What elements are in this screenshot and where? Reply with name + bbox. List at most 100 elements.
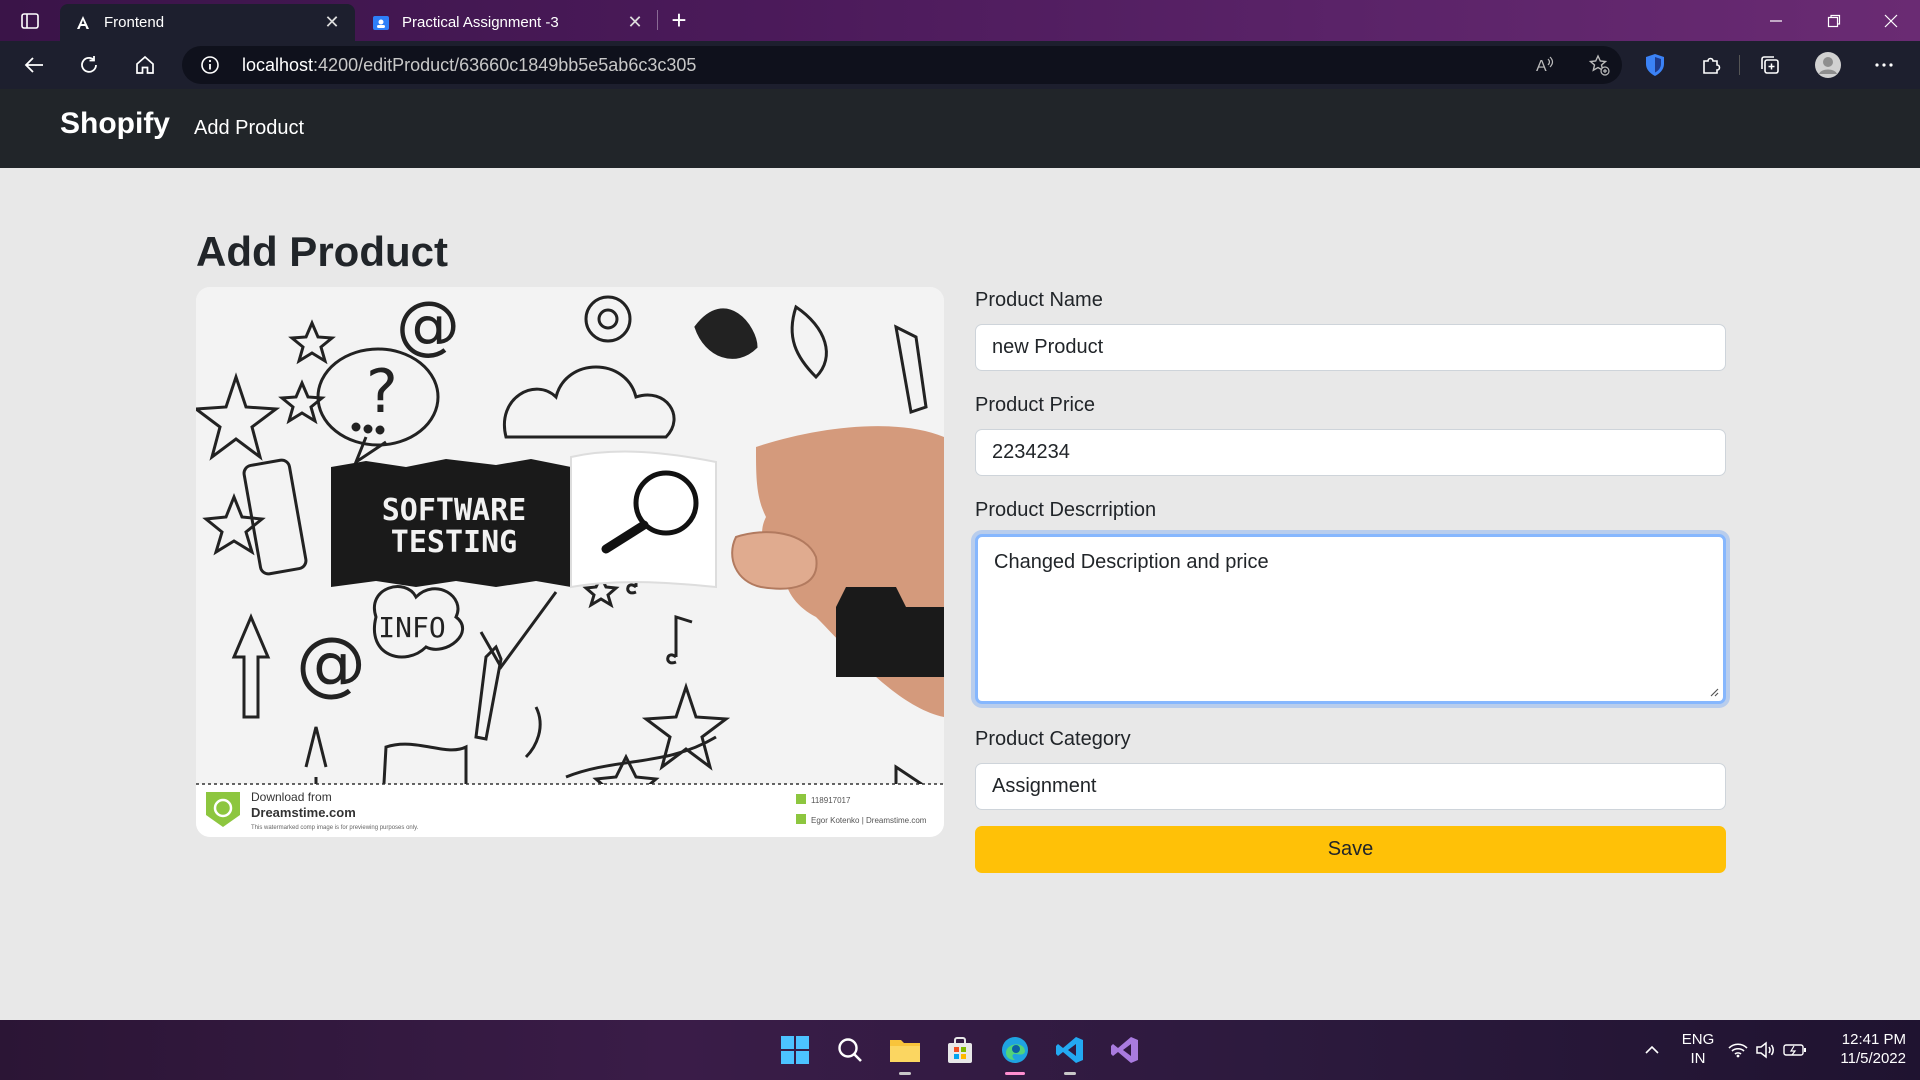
- tab-frontend[interactable]: Frontend ✕: [60, 4, 355, 41]
- collections-icon: [1761, 56, 1779, 74]
- image-headline-1: SOFTWARE: [382, 493, 527, 528]
- save-button[interactable]: Save: [975, 826, 1726, 873]
- extensions-button[interactable]: [1697, 51, 1725, 79]
- restore-icon: [1827, 14, 1841, 27]
- avatar-icon: [1815, 52, 1841, 78]
- product-price-input[interactable]: 2234234: [975, 429, 1726, 476]
- back-arrow-icon: [24, 57, 43, 73]
- running-indicator: [899, 1072, 911, 1075]
- puzzle-icon: [1703, 57, 1721, 74]
- add-favorite-icon[interactable]: [1588, 54, 1610, 76]
- read-aloud-icon[interactable]: A: [1534, 54, 1556, 76]
- wifi-icon[interactable]: [1726, 1032, 1750, 1068]
- refresh-button[interactable]: [71, 47, 107, 83]
- restore-button[interactable]: [1805, 0, 1863, 41]
- tab-title: Practical Assignment -3: [402, 14, 559, 31]
- tab-close-icon[interactable]: ✕: [323, 12, 341, 33]
- svg-text:@: @: [396, 289, 460, 363]
- store-button[interactable]: [942, 1032, 978, 1068]
- resize-grip-icon[interactable]: [1709, 687, 1719, 697]
- search-icon: [838, 1038, 862, 1062]
- input-language-indicator[interactable]: ENG IN: [1678, 1030, 1718, 1068]
- site-info-icon[interactable]: [200, 55, 220, 75]
- edge-button[interactable]: [997, 1032, 1033, 1068]
- url-host: localhost: [242, 55, 314, 75]
- nav-link-add-product[interactable]: Add Product: [194, 117, 304, 140]
- running-indicator: [1064, 1072, 1076, 1075]
- classroom-icon: [372, 14, 390, 32]
- back-button[interactable]: [16, 47, 52, 83]
- region-text: IN: [1690, 1050, 1706, 1067]
- image-credit: Egor Kotenko | Dreamstime.com: [811, 816, 927, 825]
- windows-logo-icon: [781, 1036, 809, 1064]
- search-button[interactable]: [832, 1032, 868, 1068]
- svg-text:?: ?: [366, 357, 398, 427]
- store-icon: [948, 1037, 972, 1063]
- product-price-label: Product Price: [975, 394, 1096, 416]
- url-path: :4200/editProduct/63660c1849bb5e5ab6c3c3…: [313, 55, 697, 75]
- visual-studio-icon: [1111, 1037, 1138, 1063]
- angular-icon: [74, 14, 92, 32]
- product-image: ? @ @ SOFTWARE TESTING INFO Download fro…: [196, 287, 944, 837]
- tab-actions-button[interactable]: [0, 0, 60, 41]
- collections-button[interactable]: [1756, 51, 1784, 79]
- tab-practical-assignment[interactable]: Practical Assignment -3 ✕: [358, 4, 658, 41]
- close-icon: [1884, 14, 1898, 27]
- edge-icon: [1002, 1037, 1028, 1063]
- close-window-button[interactable]: [1862, 0, 1920, 41]
- app-navbar: Shopify Add Product: [0, 89, 1920, 168]
- volume-icon[interactable]: [1754, 1032, 1778, 1068]
- product-name-input[interactable]: new Product: [975, 324, 1726, 371]
- start-button[interactable]: [777, 1032, 813, 1068]
- language-text: ENG: [1681, 1031, 1715, 1048]
- watermark-line2: Dreamstime.com: [251, 805, 356, 820]
- product-description-label: Product Descrription: [975, 499, 1157, 521]
- url-text: localhost:4200/editProduct/63660c1849bb5…: [242, 55, 696, 76]
- active-indicator: [1005, 1072, 1025, 1075]
- shield-extension-button[interactable]: [1641, 51, 1669, 79]
- shield-icon: [1646, 54, 1664, 76]
- browser-toolbar: localhost:4200/editProduct/63660c1849bb5…: [0, 41, 1920, 89]
- product-name-label: Product Name: [975, 289, 1103, 311]
- clock[interactable]: 12:41 PM 11/5/2022: [1826, 1030, 1906, 1068]
- minimize-button[interactable]: [1747, 0, 1805, 41]
- date-text: 11/5/2022: [1840, 1050, 1906, 1067]
- navbar-brand[interactable]: Shopify: [60, 107, 170, 141]
- svg-text:A: A: [1536, 58, 1547, 75]
- show-hidden-icons-button[interactable]: [1634, 1032, 1670, 1068]
- visual-studio-button[interactable]: [1107, 1032, 1143, 1068]
- product-category-input[interactable]: Assignment: [975, 763, 1726, 810]
- more-menu-button[interactable]: [1870, 51, 1898, 79]
- address-bar[interactable]: localhost:4200/editProduct/63660c1849bb5…: [182, 46, 1622, 84]
- windows-taskbar: ENG IN 12:41 PM 11/5/2022: [0, 1020, 1920, 1080]
- more-dots-icon: [1875, 63, 1893, 67]
- file-explorer-button[interactable]: [887, 1032, 923, 1068]
- image-id: 118917017: [811, 796, 851, 805]
- image-headline-2: TESTING: [391, 525, 517, 560]
- folder-icon: [890, 1040, 920, 1062]
- tab-close-icon[interactable]: ✕: [626, 12, 644, 33]
- software-testing-illustration: ? @ @ SOFTWARE TESTING INFO Download fro…: [196, 287, 944, 837]
- vscode-button[interactable]: [1052, 1032, 1088, 1068]
- tab-title: Frontend: [104, 14, 165, 31]
- new-tab-button[interactable]: +: [664, 5, 694, 35]
- refresh-icon: [81, 56, 97, 73]
- chevron-up-icon: [1645, 1045, 1659, 1054]
- home-button[interactable]: [127, 47, 163, 83]
- page-title: Add Product: [196, 228, 448, 275]
- product-form: Product Name new Product Product Price 2…: [975, 286, 1726, 873]
- watermark-line1: Download from: [251, 790, 332, 804]
- watermark-note: This watermarked comp image is for previ…: [251, 825, 419, 831]
- profile-button[interactable]: [1814, 51, 1842, 79]
- time-text: 12:41 PM: [1841, 1031, 1906, 1048]
- product-description-textarea[interactable]: Changed Description and price: [975, 534, 1726, 704]
- image-info-text: INFO: [378, 611, 445, 644]
- home-icon: [136, 55, 154, 74]
- svg-text:@: @: [296, 622, 366, 704]
- product-description-text: Changed Description and price: [994, 551, 1269, 573]
- tab-actions-icon: [21, 12, 39, 29]
- vscode-icon: [1056, 1037, 1083, 1063]
- tab-divider: [657, 10, 658, 30]
- minimize-icon: [1770, 19, 1782, 22]
- battery-icon[interactable]: [1782, 1032, 1808, 1068]
